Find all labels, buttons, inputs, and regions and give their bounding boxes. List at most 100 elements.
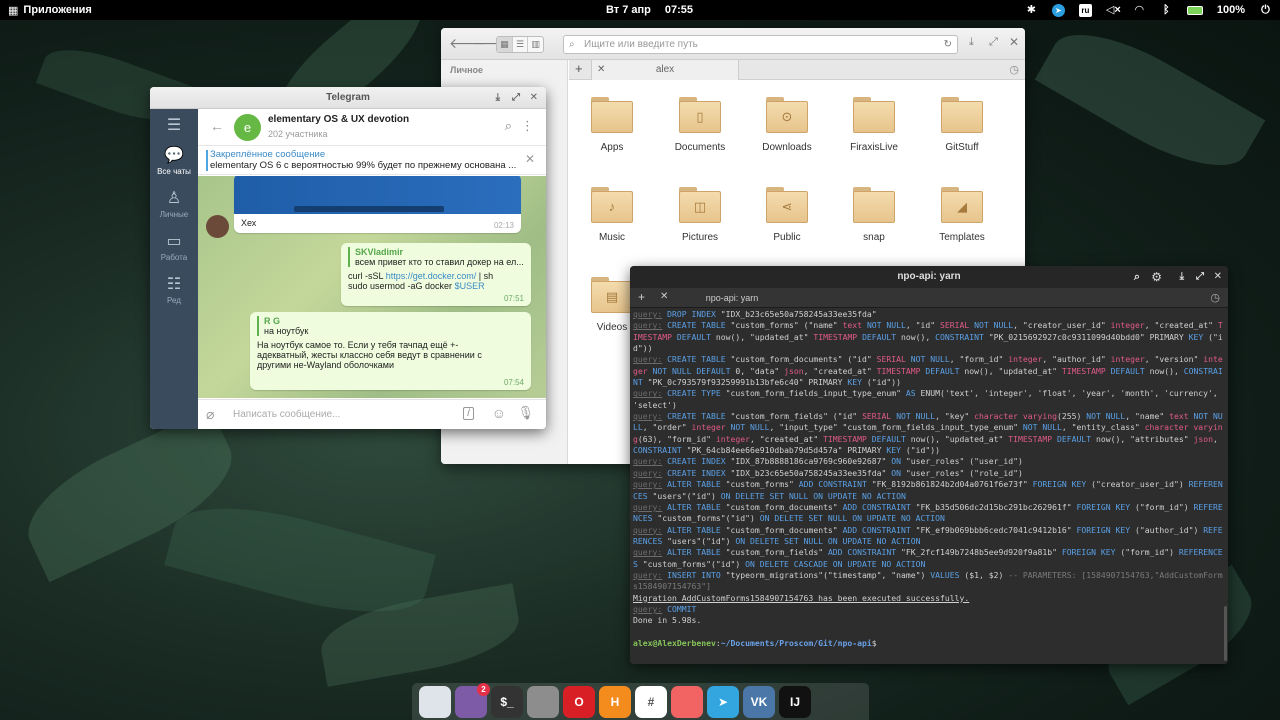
maximize-icon[interactable]: ⤢ [1196,266,1204,288]
reply-text: всем привет кто то ставил докер на ел... [355,257,524,267]
clock-day: Вт [606,4,620,16]
maximize-icon[interactable]: ⤢ [512,87,520,109]
history-icon[interactable]: ◷ [1009,63,1019,76]
window-title: Telegram [326,92,370,103]
pinned-message[interactable]: Закреплённое сообщение elementary OS 6 с… [198,146,546,175]
minimize-icon[interactable]: ⤓ [1180,266,1184,288]
folder-label: Documents [674,142,726,153]
pinned-title: Закреплённое сообщение [210,149,326,160]
rail-all-chats[interactable]: 💬 Все чаты [150,147,198,176]
keyboard-layout-indicator[interactable]: ru [1078,3,1092,17]
dock-app-telegram-icon[interactable]: ➤ [707,685,739,718]
settings-gear-icon[interactable]: ⚙ [1151,266,1162,288]
close-tab-icon[interactable]: ✕ [597,60,605,80]
dock-app-settings-icon[interactable] [419,685,451,718]
terminal-line: query: CREATE TABLE "custom_form_fields"… [633,411,1223,456]
commands-icon[interactable]: / [463,407,474,420]
attach-icon[interactable]: ⌀ [206,406,214,423]
message-composer: ⌀ Написать сообщение... / ☺ 🎙 [198,399,546,429]
chat-avatar: e [234,114,261,141]
close-icon[interactable]: ✕ [1214,266,1222,288]
slack-tray-icon[interactable]: ✱ [1025,4,1038,17]
menu-icon[interactable]: ☰ [150,117,198,135]
terminal-output[interactable]: query: DROP INDEX "IDX_b23c65e50a758245a… [630,308,1228,664]
volume-icon[interactable]: ◁× [1106,4,1121,17]
close-icon[interactable]: ✕ [530,87,538,109]
message-image[interactable]: Хех 02:13 [234,176,521,233]
scrollbar[interactable] [1224,606,1227,661]
minimize-icon[interactable]: ⤓ [496,87,500,109]
message-outgoing-2[interactable]: R Gна ноутбук На ноутбук самое то. Если … [250,312,531,390]
dock-app-opera-icon[interactable]: O [563,685,595,718]
close-icon[interactable]: ✕ [1009,35,1019,49]
chat-area: ← e elementary OS & UX devotion 202 учас… [198,109,546,429]
folder-downloads[interactable]: ⊙ Downloads [744,97,830,153]
column-view-icon[interactable]: ▥ [528,37,543,52]
terminal-window: npo-api: yarn ⌕ ⚙ ⤓ ⤢ ✕ + ✕ npo-api: yar… [630,266,1228,664]
folder-pictures[interactable]: ◫ Pictures [657,187,743,243]
microphone-icon[interactable]: 🎙 [517,405,534,421]
dock-app-asana-icon[interactable] [671,685,703,718]
power-icon[interactable]: ⏻ [1259,4,1272,17]
terminal-line: Migration AddCustomForms1584907154763 ha… [633,592,970,603]
applications-menu[interactable]: ▦ Приложения [8,4,92,17]
dock-app-files-icon[interactable] [527,685,559,718]
chat-title: elementary OS & UX devotion [268,114,410,125]
path-bar[interactable]: ⌕ Ищите или введите путь ↻ [563,35,958,54]
dock-app-vk-icon[interactable]: VK [743,685,775,718]
folder-public[interactable]: ⋖ Public [744,187,830,243]
history-icon[interactable]: ◷ [1210,291,1220,304]
list-view-icon[interactable]: ☰ [513,37,529,52]
dock-app-intellij-icon[interactable]: IJ [779,685,811,718]
minimize-icon[interactable]: ⤓ [969,36,974,49]
terminal-line: query: CREATE TYPE "custom_form_fields_i… [633,388,1223,410]
folder-documents[interactable]: ▯ Documents [657,97,743,153]
back-arrow-icon[interactable]: ← [210,118,224,134]
folder-label: Downloads [762,142,812,153]
battery-icon[interactable] [1186,5,1203,15]
link[interactable]: https://get.docker.com/ [386,271,477,281]
close-pinned-icon[interactable]: ✕ [525,152,535,166]
terminal-line: query: CREATE INDEX "IDX_87b8888186ca976… [633,456,1023,467]
telegram-tray-icon[interactable]: ➤ [1051,3,1065,17]
reload-icon[interactable]: ↻ [944,36,952,53]
tab-npo-api[interactable]: npo-api: yarn [678,288,786,308]
new-tab-icon[interactable]: + [638,290,645,304]
rail-edit[interactable]: ☷ Ред [150,276,198,305]
folder-music[interactable]: ♪ Music [569,187,655,243]
rail-work[interactable]: ▭ Работа [150,233,198,262]
folder-label: Pictures [681,232,719,243]
search-icon[interactable]: ⌕ [1134,266,1140,288]
chat-header[interactable]: ← e elementary OS & UX devotion 202 учас… [198,109,546,146]
dock-app-appcenter-icon[interactable]: 2 [455,682,490,718]
folder-snap[interactable]: snap [831,187,917,243]
dock-app-terminal-icon[interactable]: $_ [491,685,523,718]
rail-personal[interactable]: ♙ Личные [150,190,198,219]
view-mode-switcher[interactable]: ▦ ☰ ▥ [496,36,544,53]
folder-gitstuff[interactable]: GitStuff [919,97,1005,153]
grid-view-icon[interactable]: ▦ [497,37,513,52]
search-icon[interactable]: ⌕ [505,118,512,134]
terminal-line: query: ALTER TABLE "custom_forms" ADD CO… [633,479,1223,501]
dock-app-hh-icon[interactable]: H [599,685,631,718]
message-outgoing-1[interactable]: SKVladimir всем привет кто то ставил доке… [341,243,531,306]
path-placeholder: Ищите или введите путь [584,39,698,50]
more-menu-icon[interactable]: ⋮ [521,118,534,134]
wifi-icon[interactable]: ◠ [1133,4,1146,17]
tab-alex[interactable]: ✕ alex [591,60,739,80]
clock[interactable]: Вт 7 апр 07:55 [606,4,693,16]
close-tab-icon[interactable]: ✕ [660,291,668,302]
sender-avatar[interactable] [206,215,229,238]
new-tab-icon[interactable]: + [575,61,583,76]
folder-templates[interactable]: ◢ Templates [919,187,1005,243]
battery-percent: 100% [1216,4,1245,16]
folder-firaxislive[interactable]: FiraxisLive [831,97,917,153]
dock-app-slack-icon[interactable]: # [635,685,667,718]
bluetooth-icon[interactable]: ᛒ [1160,4,1173,17]
emoji-icon[interactable]: ☺ [492,405,506,421]
maximize-icon[interactable]: ⤢ [989,36,998,49]
folder-label: Apps [600,142,624,153]
message-input[interactable]: Написать сообщение... [233,409,340,420]
folder-apps[interactable]: Apps [569,97,655,153]
